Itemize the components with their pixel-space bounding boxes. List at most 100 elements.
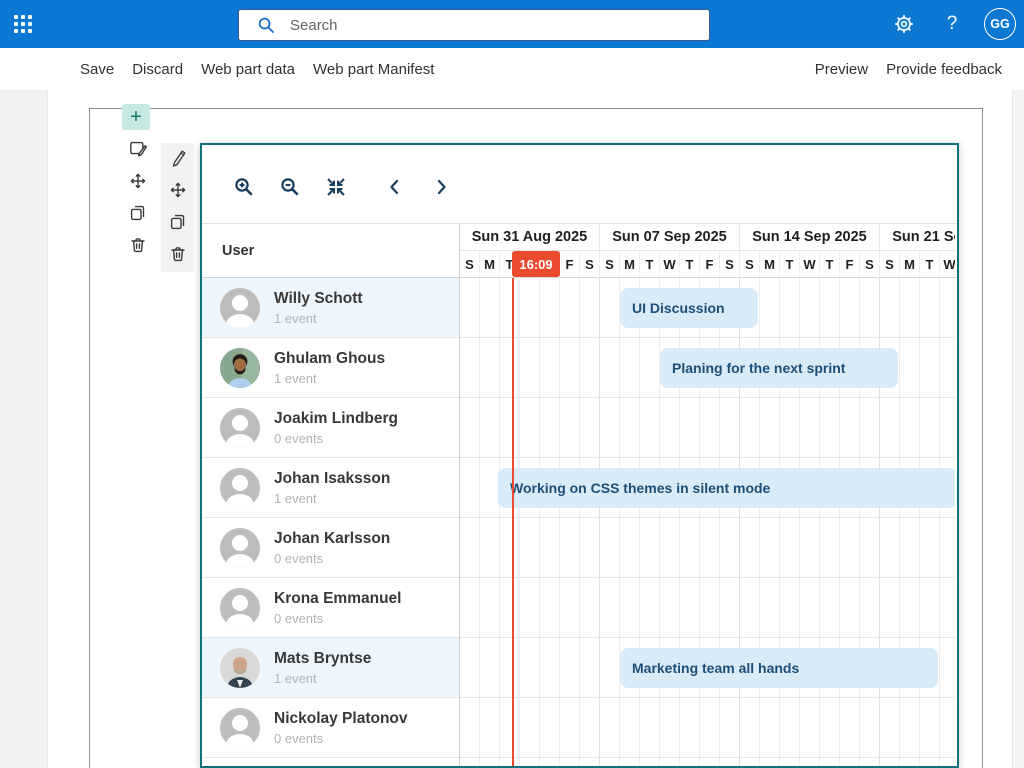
move-icon [168,180,188,205]
avatar-photo [220,648,260,688]
week-header-cell: Sun 14 Sep 2025 [740,224,880,251]
resource-row[interactable]: Willy Schott 1 event [202,278,459,338]
resource-event-count: 0 events [274,731,408,746]
resource-row[interactable]: Johan Isaksson 1 event [202,458,459,518]
day-header-cell: T [820,251,840,278]
search-input[interactable] [290,17,670,34]
copy-button[interactable] [127,205,149,225]
help-icon: ? [947,13,958,35]
resource-event-count: 1 event [274,491,390,506]
day-header-cell: S [740,251,760,278]
command-provide-feedback[interactable]: Provide feedback [886,61,1002,78]
resource-event-count: 1 event [274,311,363,326]
web-part-toolbox-outer [127,141,149,269]
day-header-cell: T [680,251,700,278]
add-web-part-button[interactable]: + [122,104,150,130]
scheduler-toolbar [202,145,957,223]
right-gutter [1012,90,1024,768]
resource-event-count: 1 event [274,371,385,386]
resource-name: Johan Isaksson [274,470,390,488]
day-header-cell: W [800,251,820,278]
day-header-cell: T [640,251,660,278]
avatar-placeholder [220,528,260,568]
suite-bar: ? GG [0,0,1024,48]
account-avatar[interactable]: GG [984,8,1016,40]
previous-button[interactable] [383,175,407,199]
resource-name: Mats Bryntse [274,650,371,668]
resource-row[interactable]: Joakim Lindberg0 events [202,398,459,458]
event-bar[interactable]: Working on CSS themes in silent mode [498,468,955,508]
next-button[interactable] [429,175,453,199]
day-header-cell: S [580,251,600,278]
workbench-canvas: + [0,90,1024,768]
resource-row[interactable]: Mats Bryntse 1 event [202,638,459,698]
move-button[interactable] [127,173,149,193]
scheduler-webpart: User Sun 31 Aug 2025Sun 07 Sep 2025Sun 1… [200,143,959,768]
day-header-cell: S [600,251,620,278]
resource-name: Willy Schott [274,290,363,308]
resource-name: Johan Karlsson [274,530,390,548]
week-header-cell: Sun 21 Sep 2025 [880,224,955,251]
command-preview[interactable]: Preview [815,61,868,78]
app-launcher-waffle-icon[interactable] [14,15,32,33]
resource-row[interactable]: Nickolay Platonov0 events [202,698,459,758]
week-header-cell: Sun 07 Sep 2025 [600,224,740,251]
resource-row[interactable] [202,758,459,766]
avatar-photo [220,348,260,388]
command-web-part-data[interactable]: Web part data [201,61,295,78]
zoom-in-button[interactable] [232,175,256,199]
day-header-cell: S [860,251,880,278]
delete-icon [168,244,188,269]
command-save[interactable]: Save [80,61,114,78]
zoom-in-icon [233,176,255,198]
edit-button[interactable] [167,150,189,170]
copy-button[interactable] [167,214,189,234]
edit-icon [168,148,188,173]
day-header-cell: F [840,251,860,278]
command-web-part-manifest[interactable]: Web part Manifest [313,61,434,78]
day-header-cell: W [660,251,680,278]
resource-name: Ghulam Ghous [274,350,385,368]
avatar-initials: GG [990,17,1009,31]
day-header-cell: F [700,251,720,278]
help-button[interactable]: ? [940,12,964,36]
search-box[interactable] [238,9,710,41]
resource-name: Krona Emmanuel [274,590,401,608]
day-header-cell: W [940,251,955,278]
week-header-cell: Sun 31 Aug 2025 [460,224,600,251]
search-icon [257,16,276,35]
zoom-to-fit-icon [325,176,347,198]
resource-row[interactable]: Ghulam Ghous 1 event [202,338,459,398]
resource-row[interactable]: Krona Emmanuel 0 events [202,578,459,638]
delete-icon [128,235,148,260]
event-bar[interactable]: Marketing team all hands [620,648,938,688]
edit-note-button[interactable] [127,141,149,161]
day-header-cell: M [480,251,500,278]
event-bar[interactable]: Planing for the next sprint [660,348,898,388]
event-bar[interactable]: UI Discussion [620,288,758,328]
day-header-row: 16:09 SMTWTFSSMTWTFSSMTWTFSSMTWTFS [460,251,955,278]
resource-name: Joakim Lindberg [274,410,398,428]
zoom-out-icon [279,176,301,198]
resource-row[interactable]: Johan Karlsson 0 events [202,518,459,578]
command-discard[interactable]: Discard [132,61,183,78]
zoom-out-button[interactable] [278,175,302,199]
resource-event-count: 0 events [274,611,401,626]
day-header-cell: M [620,251,640,278]
resource-event-count: 1 event [274,671,371,686]
web-part-toolbox-inner [161,143,194,272]
zoom-to-fit-button[interactable] [324,175,348,199]
timeline-grid: UI Discussion Planing for the next sprint… [460,278,955,766]
resource-event-count: 0 events [274,551,390,566]
copy-icon [128,203,148,228]
move-button[interactable] [167,182,189,202]
avatar-placeholder [220,408,260,448]
day-header-cell: S [720,251,740,278]
command-bar-right: Preview Provide feedback [815,61,1024,78]
avatar-placeholder [220,468,260,508]
settings-button[interactable] [892,12,916,36]
user-column-header: User [202,224,460,277]
delete-button[interactable] [167,246,189,266]
avatar-placeholder [220,708,260,748]
delete-button[interactable] [127,237,149,257]
